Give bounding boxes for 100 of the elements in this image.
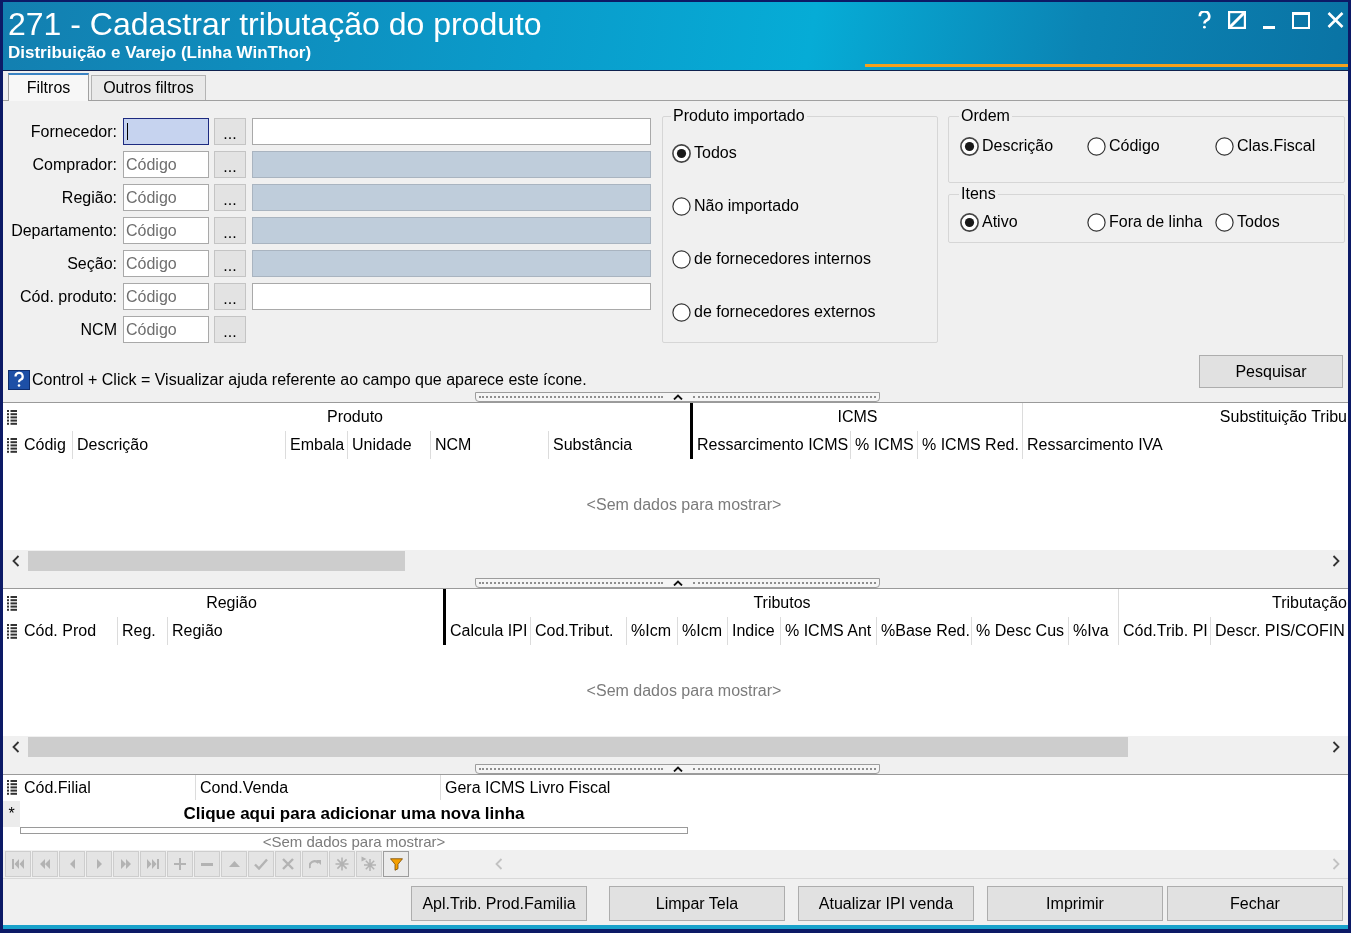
radio-icon[interactable]: [672, 302, 691, 322]
column-header[interactable]: Gera ICMS Livro Fiscal: [440, 775, 688, 800]
new-row-marker: *: [3, 801, 20, 827]
radio-option[interactable]: Código: [1087, 135, 1215, 157]
triangle-right-icon: [96, 859, 102, 869]
caret-up-icon: [672, 394, 683, 400]
lookup-button[interactable]: ...: [214, 151, 246, 178]
column-header[interactable]: NCM: [430, 431, 548, 459]
column-header[interactable]: Reg.: [117, 617, 167, 645]
code-input[interactable]: Código: [123, 151, 209, 178]
close-icon[interactable]: [1327, 11, 1344, 29]
list-icon: [6, 409, 17, 425]
empty-message: <Sem dados para mostrar>: [262, 834, 446, 850]
scroll-left-icon: [495, 858, 503, 870]
code-input[interactable]: Código: [123, 283, 209, 310]
column-header[interactable]: %Icm: [626, 617, 677, 645]
radio-option[interactable]: Fora de linha: [1087, 211, 1215, 233]
radio-icon[interactable]: [1087, 212, 1106, 232]
radio-icon[interactable]: [960, 136, 979, 156]
band-header: ICMS: [837, 407, 878, 427]
search-button[interactable]: Pesquisar: [1199, 355, 1343, 388]
scrollbar-thumb[interactable]: [28, 737, 1128, 757]
code-input[interactable]: Código: [123, 217, 209, 244]
column-header[interactable]: Descrição: [72, 431, 285, 459]
splitter-handle[interactable]: [475, 392, 880, 402]
column-header[interactable]: Cod.Tribut.: [530, 617, 626, 645]
redo-icon: [308, 858, 322, 870]
radio-option[interactable]: Descrição: [960, 135, 1087, 157]
splitter-handle[interactable]: [475, 764, 880, 774]
horizontal-scrollbar[interactable]: [3, 736, 1348, 758]
lookup-button[interactable]: ...: [214, 250, 246, 277]
radio-icon[interactable]: [672, 249, 691, 269]
maximize-icon[interactable]: [1292, 11, 1310, 29]
column-header[interactable]: Unidade: [347, 431, 430, 459]
radio-option[interactable]: Clas.Fiscal: [1215, 135, 1335, 157]
tab[interactable]: Filtros: [8, 73, 89, 101]
column-header[interactable]: Indice: [727, 617, 780, 645]
lookup-button[interactable]: ...: [214, 118, 246, 145]
radio-icon[interactable]: [672, 143, 691, 163]
empty-message: <Sem dados para mostrar>: [586, 494, 782, 515]
scrollbar-thumb[interactable]: [28, 551, 405, 571]
horizontal-scrollbar[interactable]: [3, 550, 1348, 572]
action-button[interactable]: Apl.Trib. Prod.Familia: [411, 886, 587, 921]
lookup-button[interactable]: ...: [214, 283, 246, 310]
code-input[interactable]: Código: [123, 250, 209, 277]
column-header[interactable]: Cód.Trib. PI: [1118, 617, 1210, 645]
description-field[interactable]: [252, 283, 651, 310]
code-input[interactable]: Código: [123, 316, 209, 343]
column-header[interactable]: % ICMS: [850, 431, 917, 459]
radio-option[interactable]: Todos: [672, 142, 928, 164]
lookup-button[interactable]: ...: [214, 217, 246, 244]
minimize-icon[interactable]: [1263, 26, 1275, 29]
column-header[interactable]: Embala: [285, 431, 347, 459]
scroll-right-icon: [1331, 741, 1340, 753]
lookup-button[interactable]: ...: [214, 316, 246, 343]
lookup-button[interactable]: ...: [214, 184, 246, 211]
radio-icon[interactable]: [1215, 212, 1234, 232]
code-input[interactable]: [123, 118, 209, 145]
scroll-right-icon: [1331, 555, 1340, 567]
radio-option[interactable]: de fornecedores internos: [672, 248, 928, 270]
column-header[interactable]: % ICMS Ant: [780, 617, 876, 645]
column-header[interactable]: Ressarcimento IVA: [1022, 431, 1348, 459]
radio-icon[interactable]: [960, 212, 979, 232]
column-header[interactable]: Códig: [20, 431, 72, 459]
column-header[interactable]: Calcula IPI: [446, 617, 530, 645]
column-header[interactable]: %Base Red.: [876, 617, 971, 645]
navigator-button[interactable]: [383, 851, 409, 877]
radio-option[interactable]: de fornecedores externos: [672, 301, 928, 323]
column-header[interactable]: Cód.Filial: [20, 775, 195, 800]
radio-icon[interactable]: [672, 196, 691, 216]
action-button[interactable]: Fechar: [1167, 886, 1343, 921]
new-row-text[interactable]: Clique aqui para adicionar uma nova linha: [20, 801, 688, 827]
filter-icon: [389, 857, 403, 871]
column-header[interactable]: Cond.Venda: [195, 775, 440, 800]
square-diagonal-icon[interactable]: [1228, 11, 1246, 29]
code-input[interactable]: Código: [123, 184, 209, 211]
tab[interactable]: Outros filtros: [91, 75, 206, 100]
window-subtitle: Distribuição e Varejo (Linha WinThor): [8, 43, 313, 63]
action-button[interactable]: Atualizar IPI venda: [798, 886, 974, 921]
radio-option[interactable]: Não importado: [672, 195, 928, 217]
action-button[interactable]: Imprimir: [987, 886, 1163, 921]
help-icon[interactable]: [1198, 11, 1211, 29]
radio-icon[interactable]: [1087, 136, 1106, 156]
description-field[interactable]: [252, 118, 651, 145]
action-button[interactable]: Limpar Tela: [609, 886, 785, 921]
caret-up-icon: [672, 766, 683, 772]
radio-option[interactable]: Ativo: [960, 211, 1087, 233]
column-header[interactable]: %Iva: [1068, 617, 1118, 645]
triangle-left-icon: [69, 859, 75, 869]
splitter-handle[interactable]: [475, 578, 880, 588]
fast-forward-icon: [121, 859, 131, 869]
check-icon: [254, 858, 268, 870]
column-header[interactable]: % ICMS Red.: [917, 431, 1022, 459]
column-header[interactable]: Cód. Prod: [20, 617, 117, 645]
column-header[interactable]: Ressarcimento ICMS: [693, 431, 850, 459]
column-header[interactable]: %Icm: [677, 617, 727, 645]
column-header[interactable]: Descr. PIS/COFIN: [1210, 617, 1348, 645]
radio-option[interactable]: Todos: [1215, 211, 1335, 233]
column-header[interactable]: % Desc Cus: [971, 617, 1068, 645]
radio-icon[interactable]: [1215, 136, 1234, 156]
